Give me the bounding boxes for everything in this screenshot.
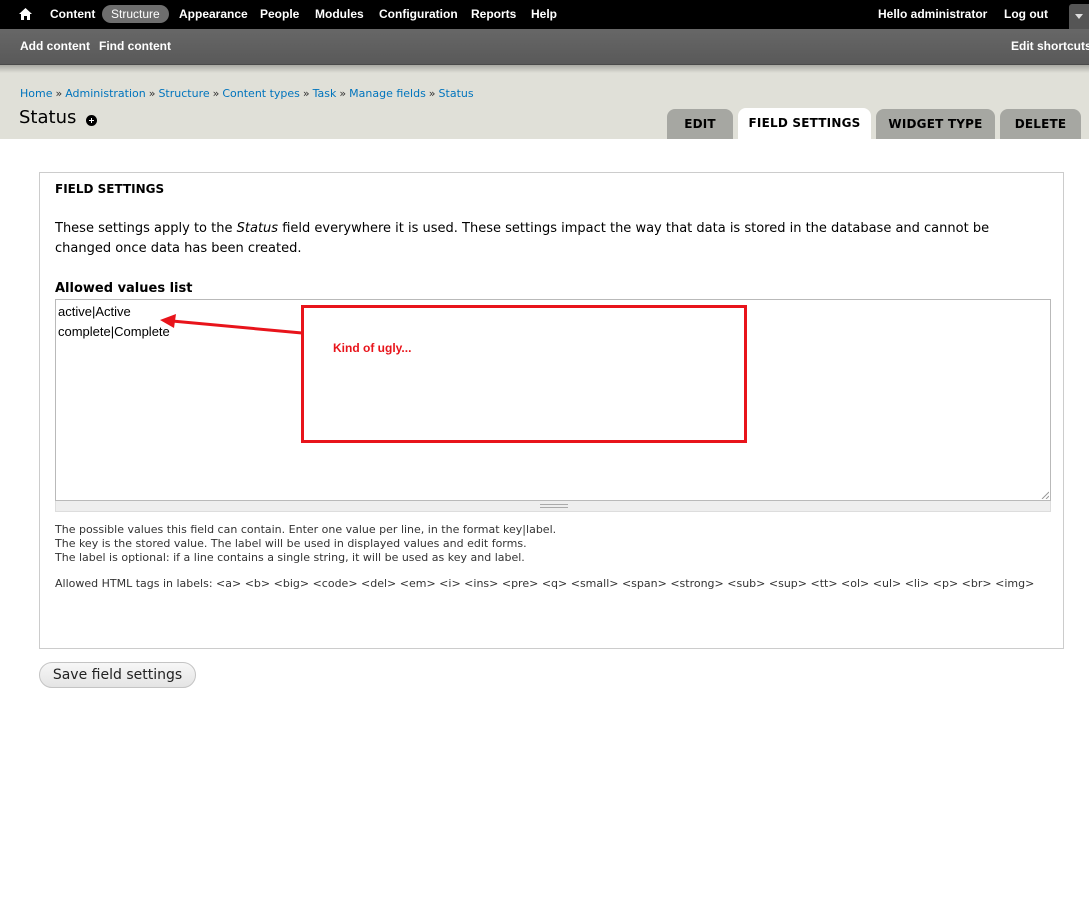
breadcrumb-structure[interactable]: Structure — [158, 87, 209, 100]
breadcrumb-separator: » — [148, 87, 156, 100]
tab-edit[interactable]: EDIT — [667, 109, 733, 139]
tab-field-settings[interactable]: FIELD SETTINGS — [738, 108, 871, 139]
shortcut-add-content[interactable]: Add content — [20, 29, 90, 63]
breadcrumb: Home» Administration» Structure» Content ty… — [20, 87, 474, 100]
shortcuts-bar: Add content Find content Edit shortcuts — [0, 29, 1089, 65]
user-greeting: Hello administrator — [878, 0, 987, 29]
help-line: The possible values this field can conta… — [55, 523, 557, 536]
field-help-text: The possible values this field can conta… — [55, 523, 1045, 591]
toolbar-item-configuration[interactable]: Configuration — [379, 0, 458, 29]
fieldset-legend: FIELD SETTINGS — [55, 182, 165, 196]
toolbar-item-structure[interactable]: Structure — [102, 5, 169, 23]
fieldset-description: These settings apply to the Status field… — [55, 219, 1045, 259]
allowed-values-label: Allowed values list — [55, 281, 193, 296]
breadcrumb-task[interactable]: Task — [313, 87, 337, 100]
breadcrumb-separator: » — [212, 87, 220, 100]
tab-widget-type[interactable]: WIDGET TYPE — [876, 109, 995, 139]
edit-shortcuts-link[interactable]: Edit shortcuts — [1011, 29, 1089, 63]
breadcrumb-separator: » — [55, 87, 63, 100]
breadcrumb-content-types[interactable]: Content types — [222, 87, 300, 100]
toolbar-item-reports[interactable]: Reports — [471, 0, 516, 29]
textarea-line: active|Active — [58, 304, 131, 319]
breadcrumb-status[interactable]: Status — [439, 87, 474, 100]
save-field-settings-button[interactable]: Save field settings — [39, 662, 196, 688]
annotation-box — [301, 305, 747, 443]
toolbar-item-help[interactable]: Help — [531, 0, 557, 29]
toolbar-item-content[interactable]: Content — [50, 0, 95, 29]
help-line: The label is optional: if a line contain… — [55, 551, 525, 564]
breadcrumb-separator: » — [428, 87, 436, 100]
shortcut-find-content[interactable]: Find content — [99, 29, 171, 63]
admin-toolbar: Content Structure Appearance People Modu… — [0, 0, 1089, 29]
breadcrumb-separator: » — [339, 87, 347, 100]
toolbar-item-appearance[interactable]: Appearance — [179, 0, 248, 29]
grippie-icon — [540, 504, 568, 508]
annotation-arrow-icon — [160, 314, 303, 335]
shortcuts-toggle[interactable] — [1069, 4, 1089, 29]
description-before: These settings apply to the — [55, 221, 237, 236]
textarea-grippie[interactable] — [55, 501, 1051, 512]
annotation-text: Kind of ugly... — [333, 341, 412, 355]
help-line: The key is the stored value. The label w… — [55, 537, 527, 550]
toolbar-item-modules[interactable]: Modules — [315, 0, 364, 29]
page-header: Home» Administration» Structure» Content ty… — [0, 65, 1089, 139]
page-title: Status — [19, 107, 77, 128]
allowed-html-text: Allowed HTML tags in labels: <a> <b> <bi… — [55, 577, 1035, 590]
home-icon[interactable] — [19, 8, 32, 20]
breadcrumb-manage-fields[interactable]: Manage fields — [349, 87, 426, 100]
logout-link[interactable]: Log out — [1004, 0, 1048, 29]
plus-circle-icon[interactable] — [86, 115, 97, 126]
tab-delete[interactable]: DELETE — [1000, 109, 1081, 139]
breadcrumb-home[interactable]: Home — [20, 87, 52, 100]
breadcrumb-administration[interactable]: Administration — [65, 87, 146, 100]
greeting-username[interactable]: administrator — [911, 7, 988, 21]
description-field-name: Status — [236, 221, 279, 236]
toolbar-item-people[interactable]: People — [260, 0, 299, 29]
breadcrumb-separator: » — [302, 87, 310, 100]
resize-handle-icon[interactable] — [1041, 491, 1049, 499]
toolbar-shadow — [0, 65, 1089, 73]
greeting-prefix: Hello — [878, 7, 911, 21]
chevron-down-icon — [1075, 14, 1083, 19]
